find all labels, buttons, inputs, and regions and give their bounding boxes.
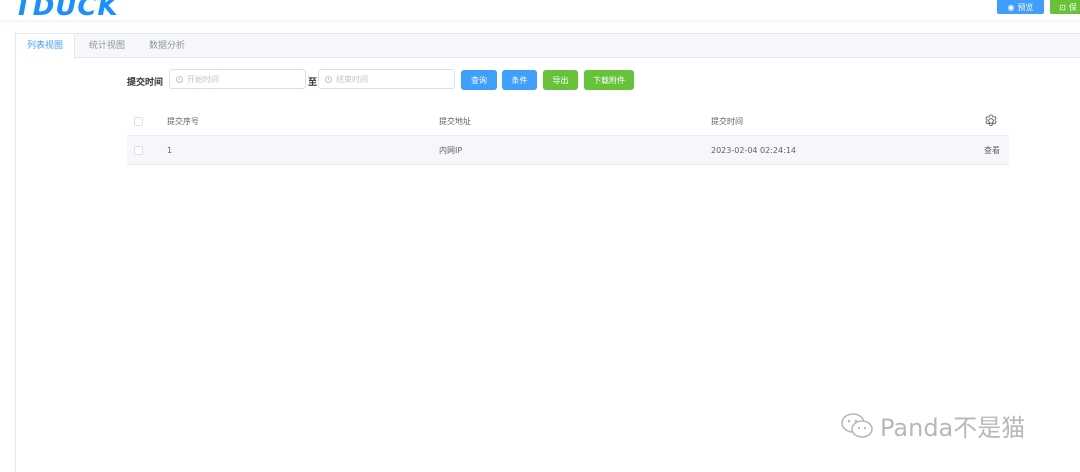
date-separator: 至 xyxy=(308,78,318,88)
clock-icon xyxy=(325,75,332,83)
eye-icon: ◉ xyxy=(1007,2,1015,12)
submissions-table: 提交序号 提交地址 提交时间 1 内网IP 2023-02-04 02:24:1… xyxy=(127,107,1009,165)
row-index: 1 xyxy=(167,146,173,155)
download-attachments-button[interactable]: 下载附件 xyxy=(584,70,634,90)
watermark: Panda不是猫 xyxy=(840,408,1025,443)
view-tabs: 列表视图 统计视图 数据分析 xyxy=(16,34,1080,59)
start-time-field[interactable] xyxy=(169,69,306,89)
select-all-checkbox[interactable] xyxy=(134,117,143,126)
wechat-icon xyxy=(841,412,873,438)
end-time-field[interactable] xyxy=(318,69,455,89)
submit-time-label: 提交时间 xyxy=(127,78,164,88)
export-button[interactable]: 导出 xyxy=(543,70,578,90)
app-logo: TDUCK xyxy=(14,0,119,22)
column-header-address: 提交地址 xyxy=(439,117,471,126)
row-checkbox[interactable] xyxy=(134,146,143,155)
preview-button-label: 预览 xyxy=(1017,2,1034,12)
row-time: 2023-02-04 02:24:14 xyxy=(711,146,796,155)
top-bar: TDUCK ◉ 预览 ⊡ 保 xyxy=(0,0,1080,22)
condition-button[interactable]: 条件 xyxy=(502,70,537,90)
start-time-input[interactable] xyxy=(187,74,287,84)
tab-data-analysis[interactable]: 数据分析 xyxy=(138,34,196,58)
settings-gear-icon[interactable] xyxy=(983,113,999,129)
tab-list-view[interactable]: 列表视图 xyxy=(16,34,76,59)
save-icon: ⊡ xyxy=(1059,2,1066,12)
main-panel: 列表视图 统计视图 数据分析 提交时间 至 查询 条件 导出 下载附件 提交序号… xyxy=(15,33,1080,472)
column-header-time: 提交时间 xyxy=(711,117,743,126)
table-header: 提交序号 提交地址 提交时间 xyxy=(127,107,1009,136)
clock-icon xyxy=(176,75,183,83)
watermark-text: Panda不是猫 xyxy=(880,414,1026,442)
row-address: 内网IP xyxy=(439,146,463,155)
end-time-input[interactable] xyxy=(336,74,436,84)
tab-stats-view[interactable]: 统计视图 xyxy=(78,34,136,58)
column-header-index: 提交序号 xyxy=(167,117,199,126)
table-row: 1 内网IP 2023-02-04 02:24:14 查看 xyxy=(127,136,1009,165)
view-link[interactable]: 查看 xyxy=(984,136,1000,165)
save-button-label: 保 xyxy=(1068,2,1077,12)
save-button[interactable]: ⊡ 保 xyxy=(1050,0,1080,14)
query-button[interactable]: 查询 xyxy=(461,70,497,90)
preview-button[interactable]: ◉ 预览 xyxy=(997,0,1044,14)
